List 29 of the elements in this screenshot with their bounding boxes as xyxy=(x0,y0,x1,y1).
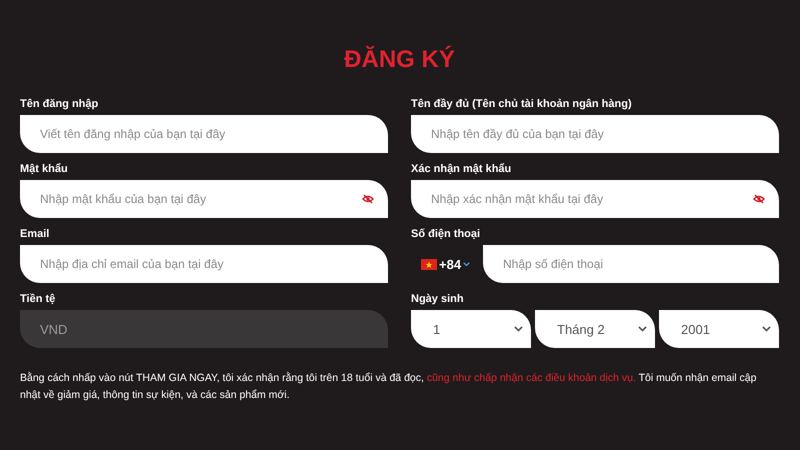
terms-link[interactable]: cũng như chấp nhận các điều khoản dịch vụ. xyxy=(426,372,636,384)
country-code-button[interactable]: +84 xyxy=(411,256,473,272)
input-field[interactable]: Nhập địa chỉ email của bạn tại đây xyxy=(20,245,388,283)
input-field[interactable]: Nhập tên đầy đủ của bạn tại đây xyxy=(411,115,779,153)
field-label: Xác nhận mật khẩu xyxy=(411,163,512,176)
currency-field: VND xyxy=(20,310,388,348)
caret-icon xyxy=(762,326,771,332)
field-label: Mật khẩu xyxy=(20,163,69,176)
terms-notice: Bằng cách nhấp vào nút THAM GIA NGAY, tôi xác nhận rằng tôi trên 18 tuổi và đã đọc, cũng như chấp nhận các điều khoản dịch vụ. Tôi muốn nhận email cập nhật về giảm giá, thông tin sự kiện, và các sản phẩm mới. xyxy=(20,370,758,403)
caret-icon xyxy=(638,326,647,332)
phone-field[interactable]: Nhập số điện thoại xyxy=(483,245,779,283)
password-field[interactable]: Nhập xác nhận mật khẩu tại đây xyxy=(411,180,779,218)
field-label: Email xyxy=(20,228,50,241)
flag-icon xyxy=(421,258,437,270)
password-field[interactable]: Nhập mật khẩu của bạn tại đây xyxy=(20,180,388,218)
field-label: Số điện thoại xyxy=(411,228,482,241)
field-label: Tiền tệ xyxy=(20,293,56,306)
date-select[interactable]: Tháng 2 xyxy=(535,310,655,348)
page-title: ĐĂNG KÝ xyxy=(343,46,456,74)
caret-icon xyxy=(463,262,470,266)
input-field[interactable]: Viết tên đăng nhập của bạn tại đây xyxy=(20,115,388,153)
caret-icon xyxy=(514,326,523,332)
eye-off-icon[interactable] xyxy=(362,194,374,204)
field-label: Tên đăng nhập xyxy=(20,98,100,111)
eye-off-icon[interactable] xyxy=(753,194,765,204)
date-select[interactable]: 1 xyxy=(411,310,531,348)
field-label: Ngày sinh xyxy=(411,293,465,306)
field-label: Tên đầy đủ (Tên chủ tài khoản ngân hàng) xyxy=(411,98,633,111)
date-select[interactable]: 2001 xyxy=(659,310,779,348)
